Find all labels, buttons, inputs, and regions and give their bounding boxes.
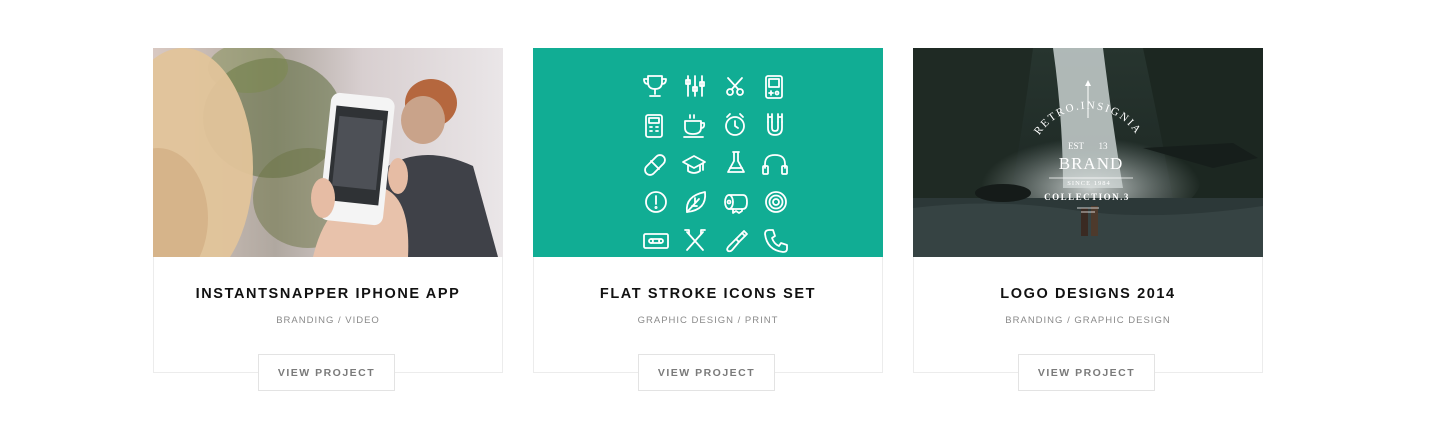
icons-grid-image bbox=[533, 48, 883, 257]
project-thumbnail-icons[interactable] bbox=[533, 48, 883, 257]
portfolio-grid: INSTANTSNAPPER IPHONE APP BRANDING / VID… bbox=[153, 48, 1263, 391]
project-tags: BRANDING / VIDEO bbox=[276, 315, 380, 326]
project-card-flat-stroke-icons: FLAT STROKE ICONS SET GRAPHIC DESIGN / P… bbox=[533, 48, 883, 391]
project-title[interactable]: INSTANTSNAPPER IPHONE APP bbox=[154, 286, 502, 302]
project-tags: GRAPHIC DESIGN / PRINT bbox=[637, 315, 779, 326]
insignia-since: SINCE 1984 bbox=[1067, 180, 1110, 187]
view-project-button[interactable]: VIEW PROJECT bbox=[638, 354, 775, 391]
waterfall-logo-image: RETRO.INSIGNIA EST 13 BRAND SINCE 1984 C… bbox=[913, 48, 1263, 257]
iphone-photo-image bbox=[153, 48, 503, 257]
project-thumbnail-waterfall[interactable]: RETRO.INSIGNIA EST 13 BRAND SINCE 1984 C… bbox=[913, 48, 1263, 257]
sliders-icon bbox=[685, 75, 705, 97]
project-title[interactable]: LOGO DESIGNS 2014 bbox=[914, 286, 1262, 302]
view-project-button[interactable]: VIEW PROJECT bbox=[1018, 354, 1155, 391]
view-project-button[interactable]: VIEW PROJECT bbox=[258, 354, 395, 391]
project-tags: BRANDING / GRAPHIC DESIGN bbox=[1005, 315, 1171, 326]
project-thumbnail-photo[interactable] bbox=[153, 48, 503, 257]
insignia-brand: BRAND bbox=[1059, 154, 1124, 173]
project-card-instantsnapper: INSTANTSNAPPER IPHONE APP BRANDING / VID… bbox=[153, 48, 503, 391]
insignia-collection: COLLECTION.3 bbox=[1044, 192, 1130, 202]
project-card-logo-designs: RETRO.INSIGNIA EST 13 BRAND SINCE 1984 C… bbox=[913, 48, 1263, 391]
insignia-est-number: 13 bbox=[1099, 141, 1109, 151]
insignia-est: EST bbox=[1068, 141, 1085, 151]
project-title[interactable]: FLAT STROKE ICONS SET bbox=[534, 286, 882, 302]
